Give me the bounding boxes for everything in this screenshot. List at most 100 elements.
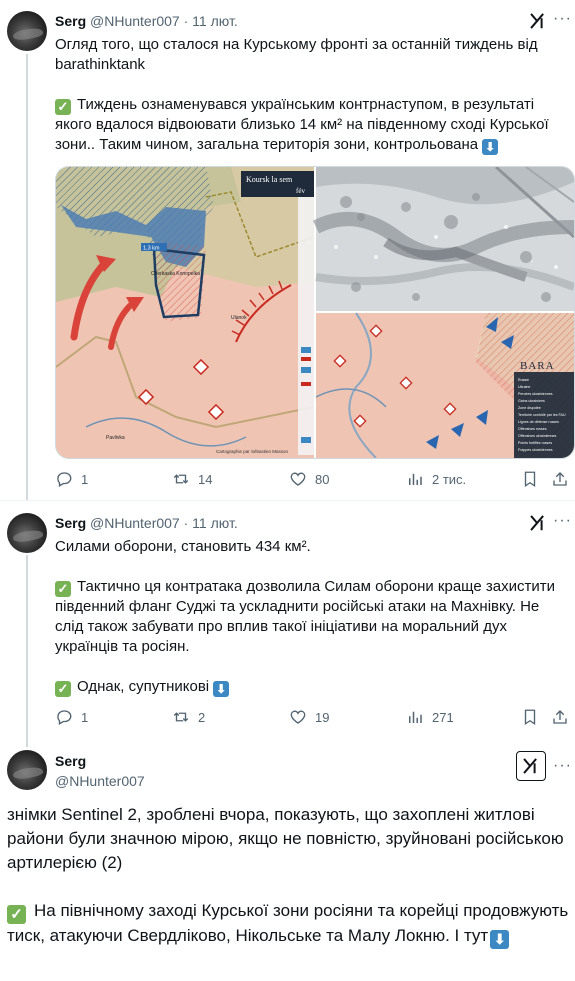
author-handle[interactable]: @NHunter007 — [55, 772, 145, 790]
reply-button[interactable]: 1 — [55, 708, 88, 726]
repost-button[interactable]: 2 — [172, 708, 205, 726]
map-label: Ulanok — [231, 315, 247, 321]
timestamp[interactable]: 11 лют. — [192, 515, 238, 531]
separator-dot: · — [183, 515, 189, 531]
down-arrow-icon: ⬇ — [490, 930, 510, 949]
legend-item: Percées ukrainiennes — [518, 392, 553, 396]
tweet-text: знімки Sentinel 2, зроблені вчора, показ… — [7, 803, 572, 949]
heart-icon — [290, 710, 306, 724]
legend-item: Russie — [518, 378, 529, 382]
tweet-paragraph: ✓ Тиждень ознаменувався українським контр… — [55, 95, 567, 155]
separator-dot: · — [183, 13, 189, 29]
map-label: Pavlivka — [106, 435, 125, 441]
tweet-paragraph: знімки Sentinel 2, зроблені вчора, показ… — [7, 805, 564, 872]
views-button[interactable]: 2 тис. — [406, 470, 466, 488]
bookmark-icon — [524, 471, 536, 488]
repost-button[interactable]: 14 — [172, 470, 212, 488]
distance-badge: 1,3 km — [143, 246, 160, 252]
bookmark-icon — [524, 709, 536, 726]
map-subtitle: fév — [296, 187, 305, 195]
check-mark-icon: ✓ — [55, 99, 71, 115]
thread-line — [26, 54, 28, 500]
map-label: Cherkaska Konopelka — [151, 271, 200, 277]
tweet-text: Силами оборони, становить 434 км². ✓ Такт… — [55, 537, 567, 697]
reply-button[interactable]: 1 — [55, 470, 88, 488]
down-arrow-icon: ⬇ — [482, 139, 499, 155]
media-svg: Koursk la sem fév 1,3 km Cherkaska Konop… — [56, 167, 574, 458]
legend-item: Ukraine — [518, 385, 530, 389]
like-button[interactable]: 19 — [289, 708, 329, 726]
share-icon — [553, 472, 567, 486]
map-credit: Cartographie par Sébastien Masson — [216, 449, 289, 454]
satellite-label: ▪ — [531, 259, 533, 265]
tweet-body: Тактично ця контратака дозволила Силам о… — [55, 578, 555, 655]
share-icon — [553, 710, 567, 724]
avatar[interactable] — [7, 513, 47, 553]
tweet-header: Serg @NHunter007 · 11 лют. — [55, 12, 238, 30]
separator — [0, 500, 575, 501]
repost-count: 2 — [198, 709, 206, 725]
check-mark-icon: ✓ — [7, 905, 26, 924]
tweet-header: Serg @NHunter007 · 11 лют. — [55, 514, 238, 532]
avatar[interactable] — [7, 11, 47, 51]
share-button[interactable] — [551, 470, 569, 488]
legend-item: Points fortifiés russes — [518, 441, 552, 445]
avatar[interactable] — [7, 750, 47, 790]
grok-icon[interactable] — [527, 10, 549, 32]
media-grid[interactable]: Koursk la sem fév 1,3 km Cherkaska Konop… — [55, 166, 575, 459]
map-title: Koursk la sem — [246, 175, 293, 184]
legend-item: Lignes de défense russes — [518, 420, 559, 424]
heart-icon — [290, 472, 306, 486]
views-count: 271 — [432, 709, 454, 725]
like-button[interactable]: 80 — [289, 470, 329, 488]
bookmark-button[interactable] — [521, 708, 539, 726]
repost-icon — [173, 712, 189, 722]
tweet-line: barathinktank — [55, 56, 146, 73]
satellite-image[interactable]: ▪ — [312, 167, 574, 311]
views-button[interactable]: 271 — [406, 708, 454, 726]
reply-count: 1 — [81, 709, 89, 725]
check-mark-icon: ✓ — [55, 581, 71, 597]
author-name[interactable]: Serg — [55, 13, 86, 29]
like-count: 80 — [315, 471, 330, 487]
author-handle[interactable]: @NHunter007 — [90, 515, 180, 531]
share-button[interactable] — [551, 708, 569, 726]
grok-icon[interactable] — [527, 512, 549, 534]
tweet-paragraph: ✓ На північному заході Курської зони росі… — [7, 899, 572, 949]
more-dots-icon[interactable]: ··· — [553, 757, 572, 775]
legend-item: Territoire contrôlé par les FAU — [518, 413, 566, 417]
check-mark-icon: ✓ — [55, 681, 71, 697]
more-dots-icon[interactable]: ··· — [553, 10, 572, 28]
tweet-text: Огляд того, що сталося на Курському фрон… — [55, 35, 567, 155]
bara-logo: BARA — [520, 360, 555, 372]
down-arrow-icon: ⬇ — [213, 681, 230, 697]
views-count: 2 тис. — [432, 471, 467, 487]
tweet-line: Огляд того, що сталося на Курському фрон… — [55, 36, 538, 53]
more-dots-icon[interactable]: ··· — [553, 512, 572, 530]
bookmark-button[interactable] — [521, 470, 539, 488]
tweet-paragraph: ✓ Тактично ця контратака дозволила Силам … — [55, 577, 567, 657]
map-right[interactable]: BARA Russie Ukraine Percées ukrainiennes… — [315, 312, 574, 458]
legend-item: Zone disputée — [518, 406, 541, 410]
author-name[interactable]: Serg — [55, 515, 86, 531]
author-name[interactable]: Serg — [55, 752, 86, 770]
views-chart-icon — [409, 473, 422, 485]
grok-icon[interactable] — [516, 751, 546, 781]
tweet-body: На північному заході Курської зони росія… — [7, 901, 569, 945]
legend-item: Gains ukrainiens — [518, 399, 545, 403]
reply-icon — [57, 472, 72, 487]
map-left[interactable]: Koursk la sem fév 1,3 km Cherkaska Konop… — [56, 167, 315, 458]
author-handle[interactable]: @NHunter007 — [90, 13, 180, 29]
reply-icon — [57, 710, 72, 725]
repost-icon — [173, 474, 189, 484]
tweet-body: Тиждень ознаменувався українським контрн… — [55, 96, 549, 153]
tweet-line: Силами оборони, становить 434 км². — [55, 538, 311, 555]
tweet-paragraph: ✓ Однак, супутникові ⬇ — [55, 677, 567, 697]
thread-line — [26, 555, 28, 747]
action-bar: 1 2 19 271 — [55, 708, 567, 728]
timestamp[interactable]: 11 лют. — [192, 13, 238, 29]
action-bar: 1 14 80 2 тис. — [55, 470, 567, 490]
legend-item: Frappes ukrainiennes — [518, 448, 553, 452]
reply-count: 1 — [81, 471, 89, 487]
tweet-body: Однак, супутникові — [77, 678, 210, 695]
